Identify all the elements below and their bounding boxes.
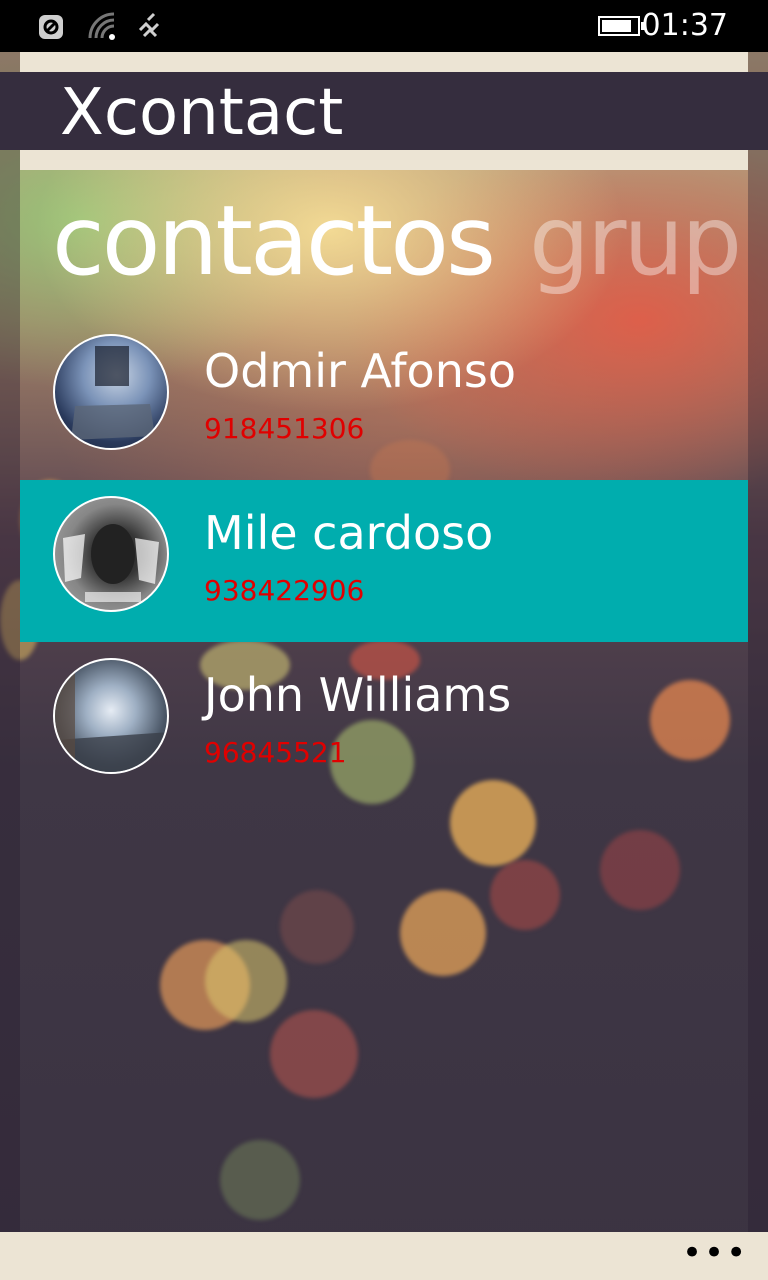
- contact-avatar: [53, 658, 169, 774]
- app-title: Xcontact: [60, 76, 344, 150]
- pivot-header: contactos grup: [52, 186, 748, 296]
- app-header: Xcontact: [0, 72, 768, 150]
- battery-icon: [598, 16, 645, 36]
- pivot-item-grupos[interactable]: grup: [529, 186, 742, 296]
- wifi-icon: [86, 10, 118, 42]
- status-bar: 01:37: [0, 0, 768, 52]
- contact-name: Mile cardoso: [204, 506, 494, 560]
- app-bar: •••: [0, 1232, 768, 1280]
- contact-avatar: [53, 496, 169, 612]
- contact-name: Odmir Afonso: [204, 344, 516, 398]
- contact-phone: 918451306: [204, 412, 365, 445]
- left-edge-shade: [0, 52, 20, 1232]
- header-top-band: [20, 52, 748, 72]
- contact-item[interactable]: John Williams 96845521: [20, 642, 748, 804]
- battery-level: [602, 20, 631, 32]
- contact-item-selected[interactable]: Mile cardoso 938422906: [20, 480, 748, 642]
- right-edge-shade: [748, 52, 768, 1232]
- contact-item[interactable]: Odmir Afonso 918451306: [20, 318, 748, 480]
- clock: 01:37: [641, 8, 728, 43]
- contact-name: John Williams: [204, 668, 512, 722]
- data-sense-icon: [36, 10, 68, 42]
- header-bottom-band: [20, 150, 748, 170]
- pivot-item-contactos[interactable]: contactos: [52, 186, 496, 296]
- contact-avatar: [53, 334, 169, 450]
- contact-list: Odmir Afonso 918451306 Mile cardoso 9384…: [20, 318, 748, 804]
- signal-icon: [134, 10, 166, 42]
- more-options-button[interactable]: •••: [682, 1236, 746, 1274]
- contact-phone: 96845521: [204, 736, 347, 769]
- contact-phone: 938422906: [204, 574, 365, 607]
